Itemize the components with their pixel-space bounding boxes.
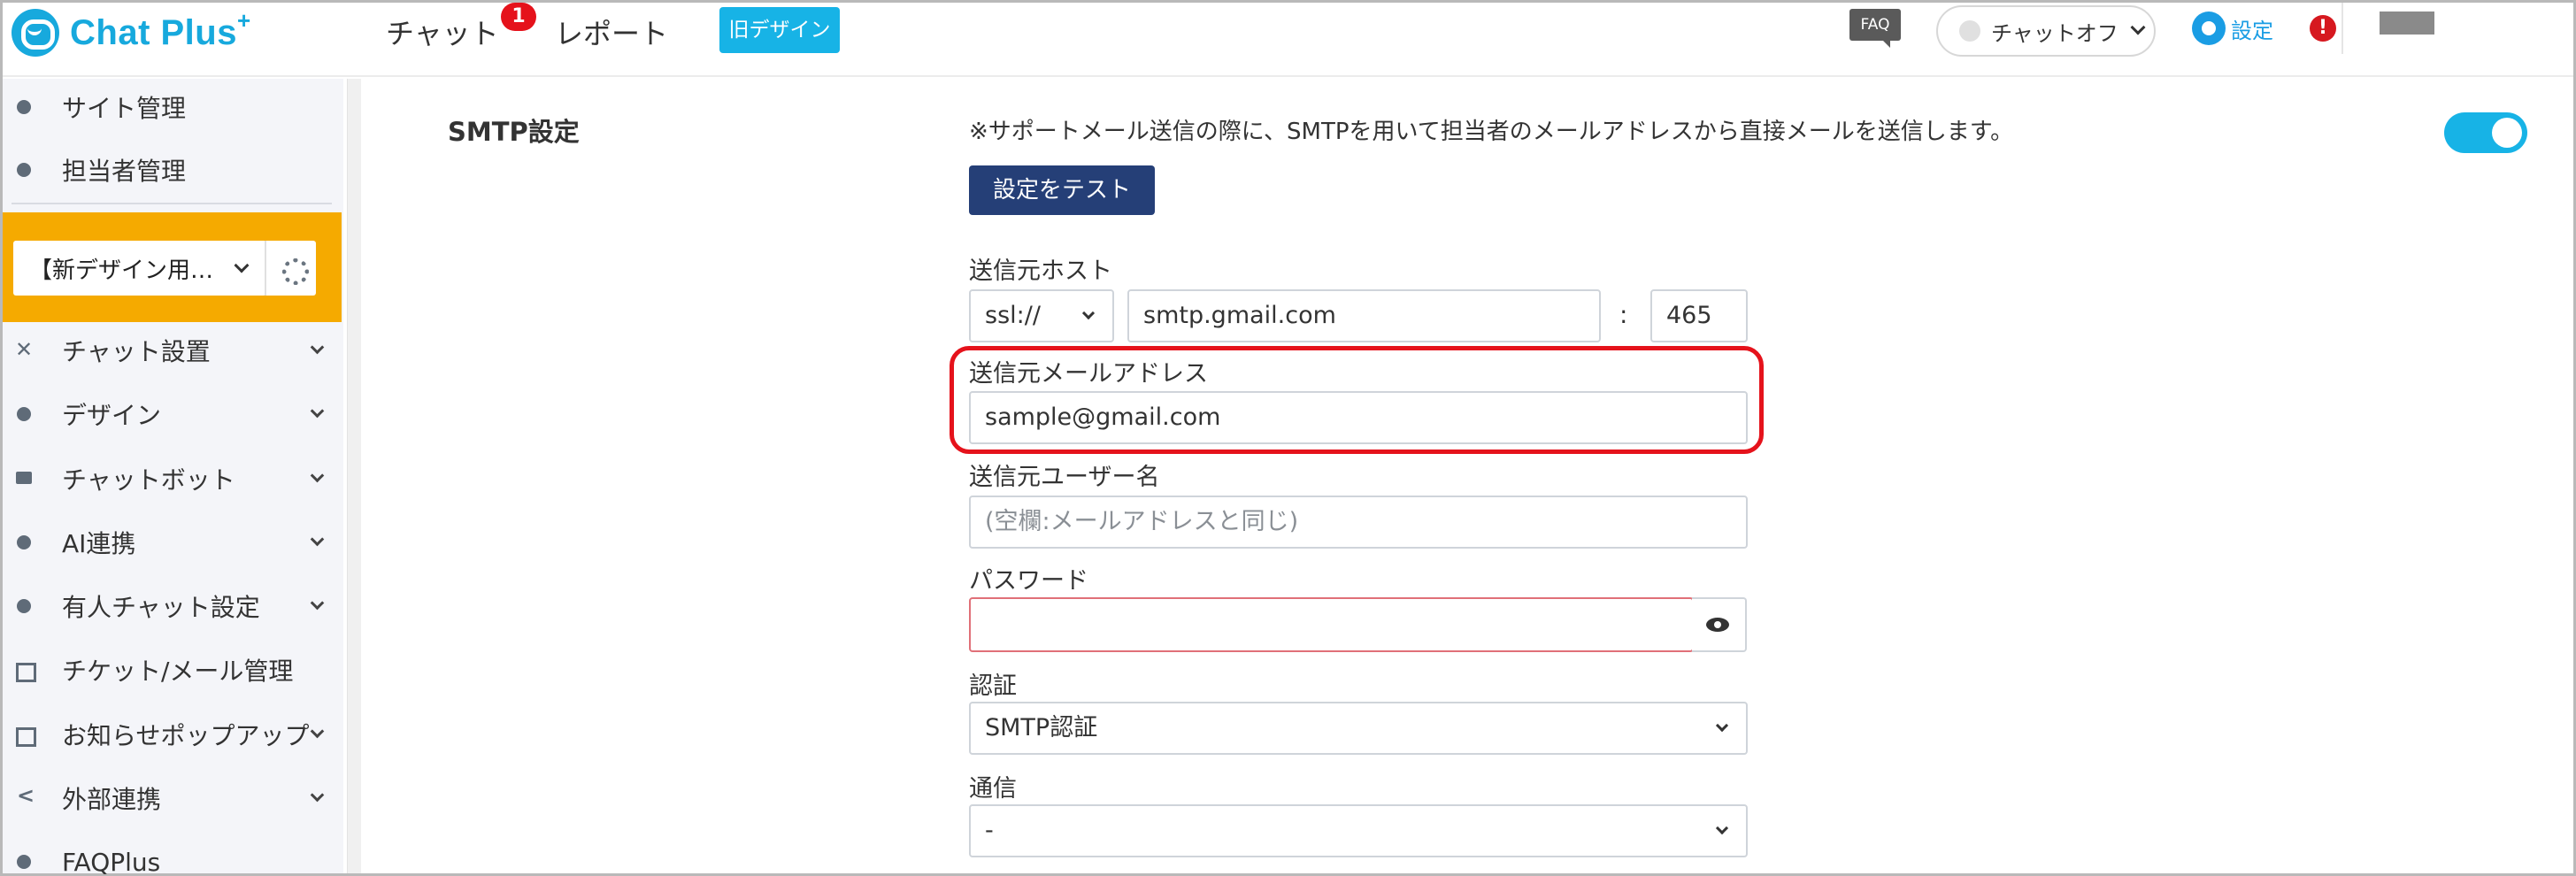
faq-icon[interactable]: FAQ [1849,9,1901,48]
chat-status-label: チャットオフ [1991,20,2118,46]
sidebar-item-label: 外部連携 [62,785,162,814]
sidebar-item-label: お知らせポップアップ [62,721,310,750]
sidebar-item-popup[interactable]: お知らせポップアップ [3,709,343,760]
chat-notification-badge: 1 [501,3,536,31]
sidebar-item-label: 担当者管理 [62,157,187,186]
host-label: 送信元ホスト [969,257,1112,285]
chevron-down-icon [310,403,325,419]
port-input[interactable]: 465 [1650,289,1748,342]
chevron-down-icon [310,468,325,483]
protocol-value: ssl:// [985,302,1041,329]
sidebar-item-label: サイト管理 [62,94,187,123]
chevron-down-icon [1715,821,1729,835]
sidebar-item-ai[interactable]: AI連携 [3,517,343,568]
nav-report[interactable]: レポート [555,12,668,52]
sidebar-item-label: AI連携 [62,529,136,558]
gear-icon [14,97,34,117]
settings-label: 設定 [2231,18,2273,43]
tools-icon [14,337,34,362]
sidebar: サイト管理 担当者管理 チャット設置 デザイン チャットボット AI連携 有人チ… [3,79,343,876]
sidebar-item-agent-management[interactable]: 担当者管理 [3,144,343,196]
sidebar-scrollbar[interactable] [347,79,361,873]
comm-label: 通信 [969,775,1017,803]
old-design-button[interactable]: 旧デザイン [719,7,840,53]
sidebar-item-site-management[interactable]: サイト管理 [3,81,343,133]
lightbulb-icon [14,533,34,552]
show-password-eye-icon[interactable] [1692,597,1747,652]
chevron-down-icon [310,596,325,611]
comm-select-value: - [985,817,994,844]
nav-chat[interactable]: チャット [386,12,499,52]
chevron-down-icon [234,257,250,273]
site-selector-panel: 【新デザイン用… [3,212,342,322]
sidebar-item-label: 有人チャット設定 [62,593,260,622]
sidebar-item-label: チャットボット [62,465,235,495]
user-avatar[interactable] [2380,12,2434,35]
auth-label: 認証 [969,672,1017,700]
chevron-down-icon [310,532,325,547]
top-header: Chat Plus + チャット 1 レポート 旧デザイン FAQ チャットオフ… [3,3,2573,77]
site-settings-gear-icon[interactable] [265,241,316,296]
password-input[interactable] [969,597,1694,652]
chevron-down-icon [1715,718,1729,733]
sidebar-item-manned-chat[interactable]: 有人チャット設定 [3,580,343,632]
protocol-select[interactable]: ssl:// [969,289,1114,342]
sidebar-item-label: FAQPlus [62,847,161,876]
sidebar-item-chat-install[interactable]: チャット設置 [3,325,343,376]
host-input[interactable]: smtp.gmail.com [1127,289,1601,342]
chevron-down-icon [310,788,325,803]
sidebar-item-ticket-mail[interactable]: チケット/メール管理 [3,644,343,695]
chevron-down-icon [310,340,325,355]
sidebar-item-label: デザイン [62,401,162,430]
users-icon [14,160,34,180]
host-port-separator: : [1619,300,1628,329]
headset-icon [14,596,34,616]
auth-select[interactable]: SMTP認証 [969,702,1748,755]
sidebar-item-label: チャット設置 [62,337,211,366]
password-label: パスワード [969,567,1088,595]
username-label: 送信元ユーザー名 [969,464,1160,491]
chevron-down-icon [310,724,325,739]
gear-icon [2192,12,2226,45]
logo-text: Chat Plus [70,12,237,52]
logo-plus: + [236,6,251,34]
auth-select-value: SMTP認証 [985,714,1098,742]
share-icon [14,783,35,808]
faqplus-icon [14,852,34,872]
sidebar-divider [12,203,332,204]
sidebar-item-design[interactable]: デザイン [3,388,343,440]
test-settings-button[interactable]: 設定をテスト [969,165,1155,215]
sidebar-item-external[interactable]: 外部連携 [3,772,343,824]
site-select-value: 【新デザイン用… [29,257,214,284]
popup-icon [14,725,36,747]
site-select[interactable]: 【新デザイン用… [13,241,266,296]
palette-icon [14,404,34,424]
email-highlight-box [950,346,1764,454]
chatplus-logo-icon [12,9,59,57]
sidebar-item-chatbot[interactable]: チャットボット [3,453,343,504]
chevron-down-icon [2130,19,2146,35]
header-divider [2341,3,2343,54]
chatbot-icon [14,469,34,488]
chat-status-dropdown[interactable]: チャットオフ [1936,5,2156,57]
alert-icon[interactable]: ! [2310,15,2336,42]
sidebar-item-label: チケット/メール管理 [62,657,294,686]
smtp-enable-toggle[interactable] [2444,112,2527,153]
settings-link[interactable]: 設定 [2192,12,2273,45]
status-dot-icon [1959,20,1980,42]
ticket-icon [14,660,36,682]
username-input[interactable]: (空欄:メールアドレスと同じ) [969,496,1748,549]
chatplus-logo[interactable]: Chat Plus + [12,6,250,59]
smtp-section-title: SMTP設定 [448,117,580,147]
sidebar-item-faqplus[interactable]: FAQPlus [3,836,343,876]
chevron-down-icon [1081,306,1096,320]
comm-select[interactable]: - [969,804,1748,857]
smtp-description: ※サポートメール送信の際に、SMTPを用いて担当者のメールアドレスから直接メール… [969,119,2014,145]
